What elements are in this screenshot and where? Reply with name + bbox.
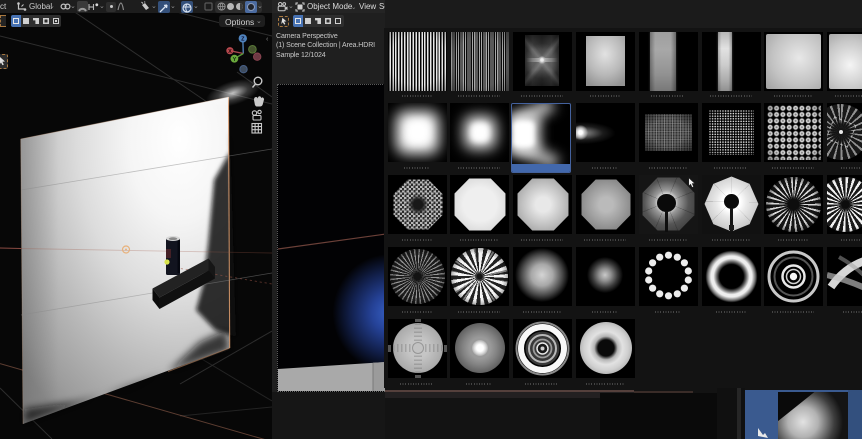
- svg-text:X: X: [228, 49, 232, 55]
- svg-text:Y: Y: [233, 57, 237, 63]
- svg-text:‹: ‹: [266, 36, 269, 43]
